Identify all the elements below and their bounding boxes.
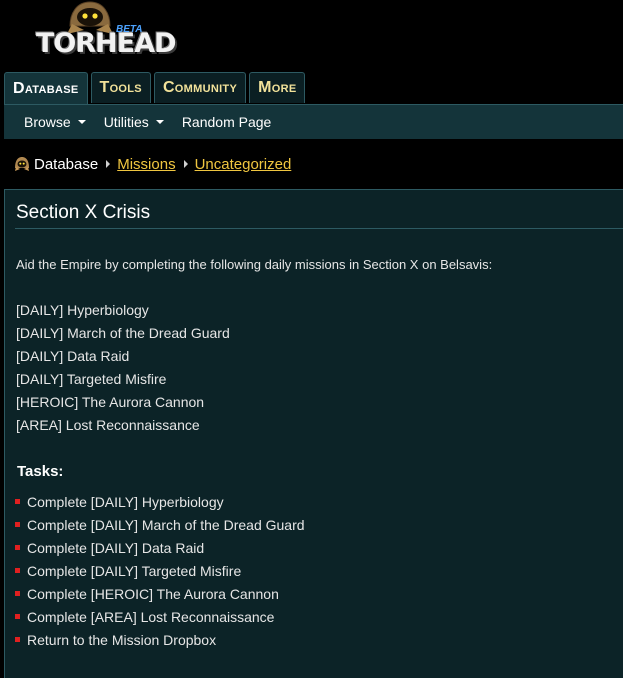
browse-menu[interactable]: Browse xyxy=(24,114,86,130)
breadcrumb-database[interactable]: Database xyxy=(34,156,98,173)
task-text: Complete [DAILY] March of the Dread Guar… xyxy=(27,516,305,533)
mission-description: Aid the Empire by completing the followi… xyxy=(16,257,493,272)
utilities-label: Utilities xyxy=(103,114,149,130)
hooded-mascot-icon xyxy=(15,157,29,171)
bullet-icon xyxy=(15,591,20,596)
task-text: Complete [DAILY] Data Raid xyxy=(27,539,205,556)
list-item: [DAILY] Hyperbiology xyxy=(16,302,149,318)
caret-right-icon xyxy=(183,160,188,168)
list-item: [DAILY] Data Raid xyxy=(16,348,130,364)
task-item: Complete [DAILY] Data Raid xyxy=(15,536,305,559)
task-item: Complete [DAILY] Targeted Misfire xyxy=(15,559,305,582)
task-text: Return to the Mission Dropbox xyxy=(27,631,217,648)
task-text: Complete [DAILY] Targeted Misfire xyxy=(27,562,242,579)
logo-wordmark: TORHEAD xyxy=(36,28,177,59)
sub-navigation: Browse Utilities Random Page xyxy=(4,104,623,139)
main-tabs: Database Tools Community More xyxy=(4,72,308,105)
site-header: TORHEAD BETA xyxy=(0,0,623,72)
task-item: Return to the Mission Dropbox xyxy=(15,628,305,651)
task-list: Complete [DAILY] Hyperbiology Complete [… xyxy=(15,490,305,651)
task-text: Complete [HEROIC] The Aurora Cannon xyxy=(27,585,279,602)
breadcrumb: Database Missions Uncategorized xyxy=(14,153,291,175)
tab-database[interactable]: Database xyxy=(4,72,88,105)
list-item: [DAILY] Targeted Misfire xyxy=(16,371,167,387)
list-item: [AREA] Lost Reconnaissance xyxy=(16,417,200,433)
caret-down-icon xyxy=(77,120,86,124)
random-page-label: Random Page xyxy=(181,114,272,130)
bullet-icon xyxy=(15,522,20,527)
task-text: Complete [DAILY] Hyperbiology xyxy=(27,493,224,510)
task-item: Complete [AREA] Lost Reconnaissance xyxy=(15,605,305,628)
tab-label: Database xyxy=(13,80,79,97)
utilities-menu[interactable]: Utilities xyxy=(104,114,164,130)
tab-label: More xyxy=(258,79,297,96)
tab-community[interactable]: Community xyxy=(153,72,247,103)
task-item: Complete [DAILY] Hyperbiology xyxy=(15,490,305,513)
browse-label: Browse xyxy=(24,114,71,130)
tab-label: Community xyxy=(162,79,238,96)
tab-label: Tools xyxy=(99,79,142,96)
bullet-icon xyxy=(15,568,20,573)
list-item: [HEROIC] The Aurora Cannon xyxy=(16,394,205,410)
bullet-icon xyxy=(15,499,20,504)
bullet-icon xyxy=(15,545,20,550)
tab-more[interactable]: More xyxy=(249,72,306,103)
bullet-icon xyxy=(15,614,20,619)
breadcrumb-missions-link[interactable]: Missions xyxy=(117,156,175,173)
mission-list: [DAILY] Hyperbiology [DAILY] March of th… xyxy=(16,301,230,439)
task-item: Complete [DAILY] March of the Dread Guar… xyxy=(15,513,305,536)
task-text: Complete [AREA] Lost Reconnaissance xyxy=(27,608,275,625)
mission-panel: Section X Crisis Aid the Empire by compl… xyxy=(4,189,623,678)
tab-tools[interactable]: Tools xyxy=(90,72,151,103)
random-page-link[interactable]: Random Page xyxy=(182,114,272,130)
page-title: Section X Crisis xyxy=(16,202,151,223)
task-item: Complete [HEROIC] The Aurora Cannon xyxy=(15,582,305,605)
caret-right-icon xyxy=(106,160,111,168)
breadcrumb-uncategorized-link[interactable]: Uncategorized xyxy=(195,156,292,173)
caret-down-icon xyxy=(155,120,164,124)
tasks-heading: Tasks: xyxy=(17,463,64,480)
beta-badge: BETA xyxy=(116,24,143,35)
bullet-icon xyxy=(15,637,20,642)
torhead-logo[interactable]: TORHEAD BETA xyxy=(34,0,177,62)
list-item: [DAILY] March of the Dread Guard xyxy=(16,325,230,341)
title-divider xyxy=(15,228,623,229)
